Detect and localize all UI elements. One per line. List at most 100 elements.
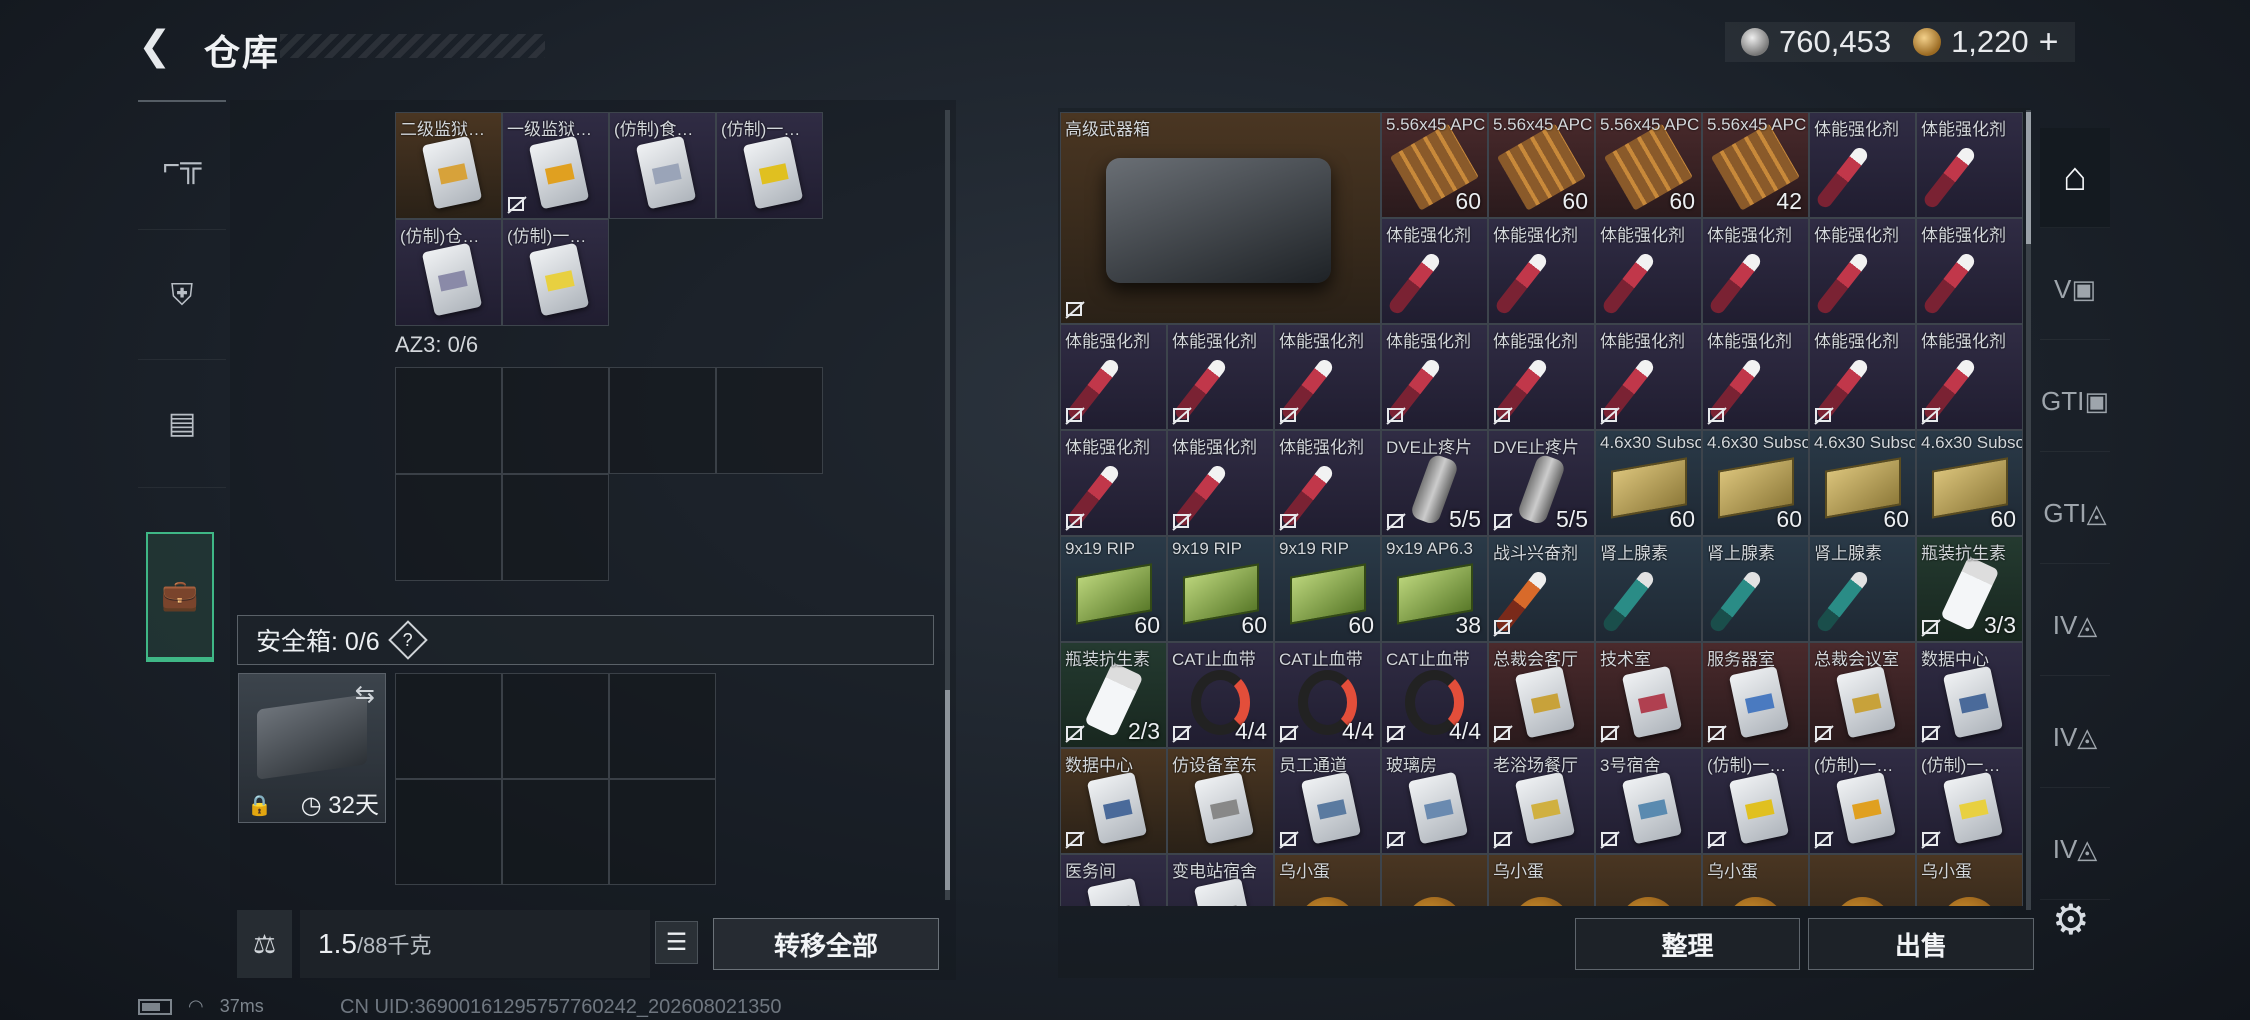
- vehicle-icon[interactable]: V▣: [2040, 240, 2110, 340]
- item-slot[interactable]: (仿制)一…: [1916, 748, 2023, 854]
- empty-slot[interactable]: [609, 367, 716, 474]
- item-slot[interactable]: 4.6x30 Subsonic 60: [1809, 430, 1916, 536]
- item-slot[interactable]: 3号宿舍: [1595, 748, 1702, 854]
- item-slot[interactable]: 体能强化剂: [1916, 324, 2023, 430]
- item-slot[interactable]: 体能强化剂: [1167, 430, 1274, 536]
- item-slot[interactable]: (仿制)一…: [502, 219, 609, 326]
- empty-slot[interactable]: [502, 474, 609, 581]
- add-currency-button[interactable]: +: [2039, 23, 2059, 62]
- sort-button[interactable]: 整理: [1575, 918, 1800, 970]
- item-slot[interactable]: 瓶装抗生素 3/3: [1916, 536, 2023, 642]
- transfer-all-button[interactable]: 转移全部: [713, 918, 939, 970]
- item-slot[interactable]: 9x19 RIP 60: [1060, 536, 1167, 642]
- item-slot[interactable]: 玻璃房: [1381, 748, 1488, 854]
- item-slot[interactable]: 肾上腺素: [1809, 536, 1916, 642]
- item-slot[interactable]: 体能强化剂: [1381, 324, 1488, 430]
- tier4-armor-icon-2[interactable]: IV◬: [2040, 688, 2110, 788]
- gun-icon[interactable]: ⌐╦: [138, 102, 226, 230]
- item-slot[interactable]: (仿制)一…: [716, 112, 823, 219]
- empty-slot[interactable]: [502, 673, 609, 779]
- left-scrollbar-thumb[interactable]: [945, 690, 950, 890]
- item-slot[interactable]: 技术室: [1595, 642, 1702, 748]
- empty-slot[interactable]: [609, 779, 716, 885]
- item-slot[interactable]: 数据中心: [1060, 748, 1167, 854]
- item-slot[interactable]: 乌小蛋: [1702, 854, 1809, 906]
- item-slot[interactable]: 9x19 RIP 60: [1167, 536, 1274, 642]
- list-icon[interactable]: ☰: [655, 921, 698, 964]
- empty-slot[interactable]: [395, 474, 502, 581]
- gti-armor-icon[interactable]: GTI◬: [2040, 464, 2110, 564]
- storage-scrollbar-thumb[interactable]: [2026, 112, 2031, 244]
- item-slot[interactable]: (仿制)一…: [1702, 748, 1809, 854]
- item-slot[interactable]: (仿制)一…: [1809, 748, 1916, 854]
- item-slot[interactable]: 战斗兴奋剂: [1488, 536, 1595, 642]
- help-icon[interactable]: ?: [387, 620, 428, 660]
- empty-slot[interactable]: [395, 673, 502, 779]
- gear-icon[interactable]: ⚙: [2052, 895, 2090, 944]
- empty-slot[interactable]: [395, 367, 502, 474]
- sell-button[interactable]: 出售: [1808, 918, 2034, 970]
- back-arrow-icon[interactable]: ❮: [138, 26, 178, 66]
- item-slot[interactable]: 服务器室: [1702, 642, 1809, 748]
- item-slot[interactable]: 体能强化剂: [1060, 324, 1167, 430]
- item-slot[interactable]: 5.56x45 APC… 42: [1702, 112, 1809, 218]
- item-slot[interactable]: [1595, 854, 1702, 906]
- item-slot[interactable]: 体能强化剂: [1167, 324, 1274, 430]
- item-slot[interactable]: DVE止疼片 5/5: [1381, 430, 1488, 536]
- item-slot[interactable]: 肾上腺素: [1595, 536, 1702, 642]
- item-slot[interactable]: 乌小蛋: [1274, 854, 1381, 906]
- item-slot[interactable]: 体能强化剂: [1060, 430, 1167, 536]
- item-slot[interactable]: DVE止疼片 5/5: [1488, 430, 1595, 536]
- item-slot[interactable]: 体能强化剂: [1809, 218, 1916, 324]
- item-slot[interactable]: 瓶装抗生素 2/3: [1060, 642, 1167, 748]
- item-slot[interactable]: 体能强化剂: [1274, 430, 1381, 536]
- item-slot[interactable]: 体能强化剂: [1916, 112, 2023, 218]
- item-slot[interactable]: 仿设备室东: [1167, 748, 1274, 854]
- item-slot[interactable]: 体能强化剂: [1702, 324, 1809, 430]
- item-slot[interactable]: 总裁会客厅: [1488, 642, 1595, 748]
- item-slot[interactable]: 5.56x45 APC… 60: [1595, 112, 1702, 218]
- swap-icon[interactable]: ⇆: [355, 680, 375, 709]
- item-slot[interactable]: 9x19 RIP 60: [1274, 536, 1381, 642]
- item-slot[interactable]: 二级监狱…: [395, 112, 502, 219]
- gti-equipment-icon[interactable]: GTI▣: [2040, 352, 2110, 452]
- storage-home-icon[interactable]: ⌂: [2040, 128, 2110, 228]
- item-slot[interactable]: 医务间: [1060, 854, 1167, 906]
- item-slot[interactable]: 体能强化剂: [1381, 218, 1488, 324]
- item-slot[interactable]: 体能强化剂: [1274, 324, 1381, 430]
- item-slot[interactable]: 4.6x30 Subsonic 60: [1916, 430, 2023, 536]
- empty-slot[interactable]: [502, 779, 609, 885]
- item-slot[interactable]: 肾上腺素: [1702, 536, 1809, 642]
- item-slot[interactable]: 员工通道: [1274, 748, 1381, 854]
- item-slot[interactable]: 体能强化剂: [1809, 112, 1916, 218]
- item-slot[interactable]: 体能强化剂: [1595, 218, 1702, 324]
- item-slot[interactable]: 5.56x45 APC… 60: [1381, 112, 1488, 218]
- item-slot[interactable]: 5.56x45 APC… 60: [1488, 112, 1595, 218]
- item-slot[interactable]: 体能强化剂: [1809, 324, 1916, 430]
- item-slot[interactable]: 数据中心: [1916, 642, 2023, 748]
- item-slot[interactable]: 乌小蛋: [1916, 854, 2023, 906]
- backpack-icon[interactable]: ▤: [138, 360, 226, 488]
- empty-slot[interactable]: [395, 779, 502, 885]
- item-slot[interactable]: 体能强化剂: [1488, 218, 1595, 324]
- empty-slot[interactable]: [716, 367, 823, 474]
- item-slot[interactable]: 4.6x30 Subsonic 60: [1702, 430, 1809, 536]
- tier4-armor-icon-1[interactable]: IV◬: [2040, 576, 2110, 676]
- item-slot[interactable]: CAT止血带 4/4: [1381, 642, 1488, 748]
- item-slot[interactable]: 老浴场餐厅: [1488, 748, 1595, 854]
- item-slot[interactable]: 体能强化剂: [1916, 218, 2023, 324]
- item-slot[interactable]: (仿制)食…: [609, 112, 716, 219]
- item-slot[interactable]: (仿制)仓…: [395, 219, 502, 326]
- tier4-armor-icon-3[interactable]: IV◬: [2040, 800, 2110, 900]
- item-slot[interactable]: 总裁会议室: [1809, 642, 1916, 748]
- item-slot[interactable]: 体能强化剂: [1488, 324, 1595, 430]
- item-slot[interactable]: CAT止血带 4/4: [1167, 642, 1274, 748]
- item-slot[interactable]: [1381, 854, 1488, 906]
- empty-slot[interactable]: [609, 673, 716, 779]
- item-slot[interactable]: 变电站宿舍: [1167, 854, 1274, 906]
- item-slot[interactable]: [1809, 854, 1916, 906]
- empty-slot[interactable]: [502, 367, 609, 474]
- item-slot[interactable]: 9x19 AP6.3 38: [1381, 536, 1488, 642]
- item-slot[interactable]: 体能强化剂: [1595, 324, 1702, 430]
- armor-vest-icon[interactable]: ⛨: [138, 232, 226, 360]
